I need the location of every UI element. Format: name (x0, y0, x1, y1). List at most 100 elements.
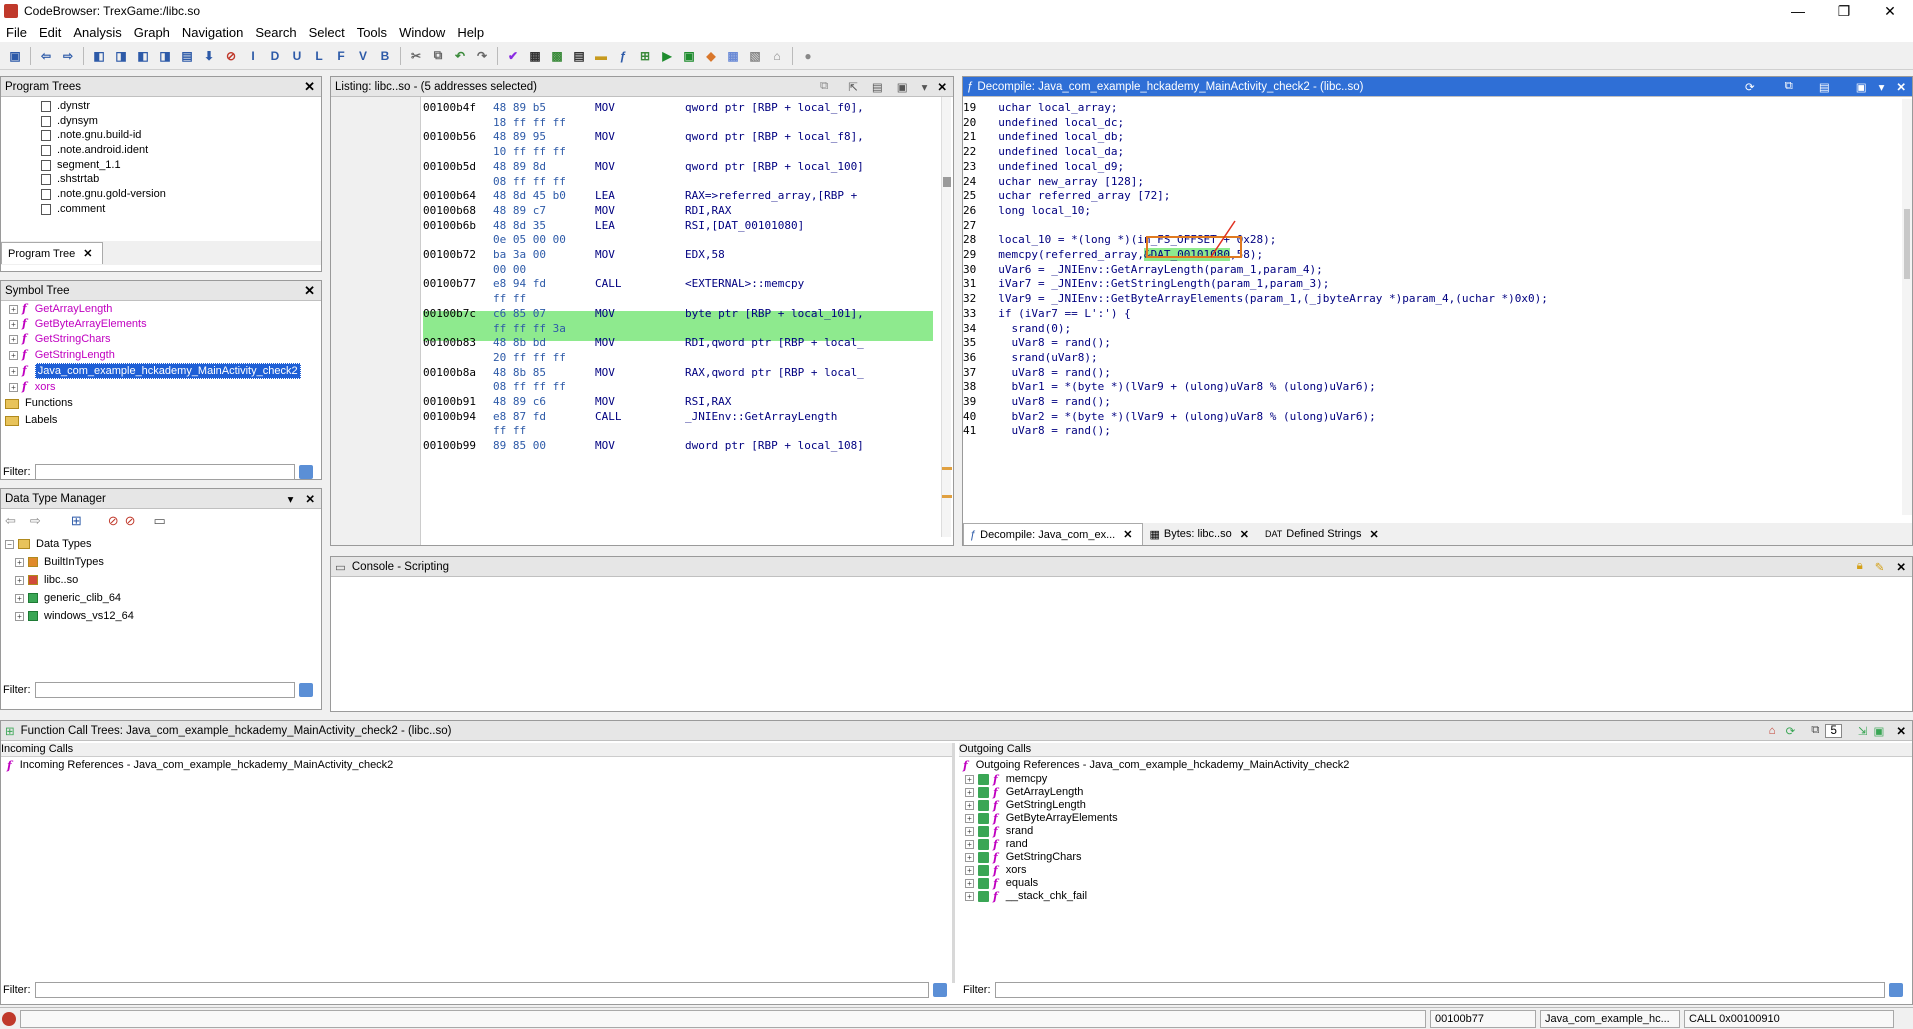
outgoing-item[interactable]: + f rand (965, 838, 1912, 851)
filter-icon[interactable] (298, 465, 313, 479)
expand-icon[interactable]: + (965, 892, 974, 901)
expand-icon[interactable]: + (965, 853, 974, 862)
symbol-item[interactable]: + f GetStringLength (9, 348, 321, 364)
close-icon[interactable]: ✕ (937, 80, 947, 94)
expand-icon[interactable]: + (965, 788, 974, 797)
listing-row[interactable]: ff ff (423, 292, 933, 307)
symbol-item[interactable]: + f GetArrayLength (9, 302, 321, 317)
copy-icon[interactable]: ⧉ (429, 47, 447, 65)
code-line[interactable]: 20 undefined local_dc; (963, 116, 1893, 131)
menu-search[interactable]: Search (249, 25, 302, 40)
save-icon[interactable]: ▣ (6, 47, 24, 65)
symbol-item[interactable]: + f xors (9, 379, 321, 395)
menu-edit[interactable]: Edit (33, 25, 67, 40)
outgoing-item[interactable]: + f __stack_chk_fail (965, 890, 1912, 903)
menu-select[interactable]: Select (303, 25, 351, 40)
menu-tools[interactable]: Tools (351, 25, 393, 40)
scroll-thumb[interactable] (943, 177, 951, 187)
maximize-button[interactable]: ❐ (1821, 3, 1867, 20)
datatype-icon[interactable]: ▤ (570, 47, 588, 65)
code-line[interactable]: 41 uVar8 = rand(); (963, 424, 1893, 439)
listing-row[interactable]: 00100b4f 48 89 b5 MOV qword ptr [RBP + loca… (423, 101, 933, 116)
run-icon[interactable]: ▶ (658, 47, 676, 65)
listing-row[interactable]: 00100b91 48 89 c6 MOV RSI,RAX (423, 395, 933, 410)
diamond-icon[interactable]: ◆ (702, 47, 720, 65)
nav-next-icon[interactable]: ◨ (112, 47, 130, 65)
listing-row[interactable]: ff ff (423, 424, 933, 439)
expand-icon[interactable]: + (965, 866, 974, 875)
bytes-icon[interactable]: ▩ (548, 47, 566, 65)
listing-row[interactable]: 08 ff ff ff (423, 175, 933, 190)
clear-console-icon[interactable]: ✎ (1875, 560, 1885, 574)
filter-toggle-icon[interactable]: ⊘ (108, 513, 119, 529)
code-line[interactable]: 21 undefined local_db; (963, 130, 1893, 145)
code-line[interactable]: 33 if (iVar7 == L':') { (963, 307, 1893, 322)
symbol-item[interactable]: + f GetByteArrayElements (9, 317, 321, 333)
listing-row[interactable]: 00100b83 48 8b bd MOV RDI,qword ptr [RBP + … (423, 336, 933, 351)
listing-row[interactable]: 00100b6b 48 8d 35 LEA RSI,[DAT_00101080] (423, 219, 933, 234)
stop-icon[interactable]: ⊘ (222, 47, 240, 65)
tree-item[interactable]: .dynsym (41, 114, 321, 129)
snapshot-icon[interactable]: ▣ (897, 80, 908, 94)
close-icon[interactable]: ✕ (1896, 80, 1906, 94)
filter-input[interactable] (34, 464, 295, 480)
b-icon[interactable]: B (376, 47, 394, 65)
filter-icon[interactable] (1888, 983, 1903, 997)
decompile-scrollbar[interactable] (1902, 99, 1912, 515)
tree-item[interactable]: segment_1.1 (41, 158, 321, 173)
tab-bytes[interactable]: ▦ Bytes: libc..so ✕ (1143, 523, 1258, 545)
code-line[interactable]: 28 local_10 = *(long *)(in_FS_OFFSET + 0… (963, 233, 1893, 248)
expand-icon[interactable]: + (965, 775, 974, 784)
menu-window[interactable]: Window (393, 25, 451, 40)
tree-item[interactable]: + libc..so (5, 571, 321, 589)
listing-row[interactable]: 00100b64 48 8d 45 b0 LEA RAX=>referred_arra… (423, 189, 933, 204)
tree-item[interactable]: + windows_vs12_64 (5, 607, 321, 625)
refresh-icon[interactable]: ⟳ (1786, 724, 1796, 738)
undo-icon[interactable]: ↶ (451, 47, 469, 65)
forward-arrow-icon[interactable]: ⇨ (30, 513, 41, 529)
menu-file[interactable]: File (0, 25, 33, 40)
code-line[interactable]: 23 undefined local_d9; (963, 160, 1893, 175)
menu-help[interactable]: Help (451, 25, 490, 40)
lock-icon[interactable]: ⌂ (768, 47, 786, 65)
code-line[interactable]: 29 memcpy(referred_array,&DAT_00101080,5… (963, 248, 1893, 263)
listing-row[interactable]: 00100b5d 48 89 8d MOV qword ptr [RBP + loca… (423, 160, 933, 175)
help-icon[interactable]: ● (799, 47, 817, 65)
tab-program-tree[interactable]: Program Tree ✕ (1, 242, 104, 264)
redo-icon[interactable]: ↷ (473, 47, 491, 65)
listing-row[interactable]: 00 00 (423, 263, 933, 278)
filter-input[interactable] (34, 982, 929, 998)
outgoing-item[interactable]: + f srand (965, 825, 1912, 838)
code-line[interactable]: 27 (963, 219, 1893, 234)
copy-icon[interactable]: ⧉ (1811, 724, 1819, 737)
filter-input[interactable] (994, 982, 1885, 998)
cursor-icon[interactable]: ⇱ (848, 80, 858, 94)
tree-item[interactable]: .comment (41, 202, 321, 217)
u-icon[interactable]: U (288, 47, 306, 65)
outgoing-item[interactable]: + f GetArrayLength (965, 786, 1912, 799)
listing-row[interactable]: 00100b94 e8 87 fd CALL _JNIEnv::GetArrayLen… (423, 410, 933, 425)
console-output[interactable] (331, 577, 1912, 711)
filter-input[interactable] (34, 682, 295, 698)
code-line[interactable]: 30 uVar6 = _JNIEnv::GetArrayLength(param… (963, 263, 1893, 278)
listing-row[interactable]: ff ff ff 3a (423, 322, 933, 337)
tree-item[interactable]: .dynstr (41, 99, 321, 114)
symbol-folder[interactable]: Labels (5, 412, 321, 429)
tree-item[interactable]: .note.gnu.gold-version (41, 187, 321, 202)
tree-item[interactable]: .shstrtab (41, 172, 321, 187)
clear-icon[interactable]: ✂ (407, 47, 425, 65)
check-icon[interactable]: ✔ (504, 47, 522, 65)
copy-icon[interactable]: ⧉ (1785, 80, 1793, 93)
refresh-icon[interactable]: ⟳ (1745, 80, 1755, 94)
tab-decompile[interactable]: ƒ Decompile: Java_com_ex... ✕ (963, 523, 1144, 545)
code-line[interactable]: 36 srand(uVar8); (963, 351, 1893, 366)
code-line[interactable]: 31 iVar7 = _JNIEnv::GetStringLength(para… (963, 277, 1893, 292)
close-icon[interactable]: ✕ (304, 283, 315, 299)
close-icon[interactable]: ✕ (83, 247, 92, 260)
tree-item[interactable]: .note.android.ident (41, 143, 321, 158)
minimize-button[interactable]: — (1775, 3, 1821, 20)
lock-icon[interactable]: 🔒︎ (1857, 560, 1863, 573)
symbol-item-selected[interactable]: + f Java_com_example_hckademy_MainActivity… (9, 362, 321, 380)
close-icon[interactable]: ✕ (1123, 528, 1132, 541)
d-icon[interactable]: D (266, 47, 284, 65)
